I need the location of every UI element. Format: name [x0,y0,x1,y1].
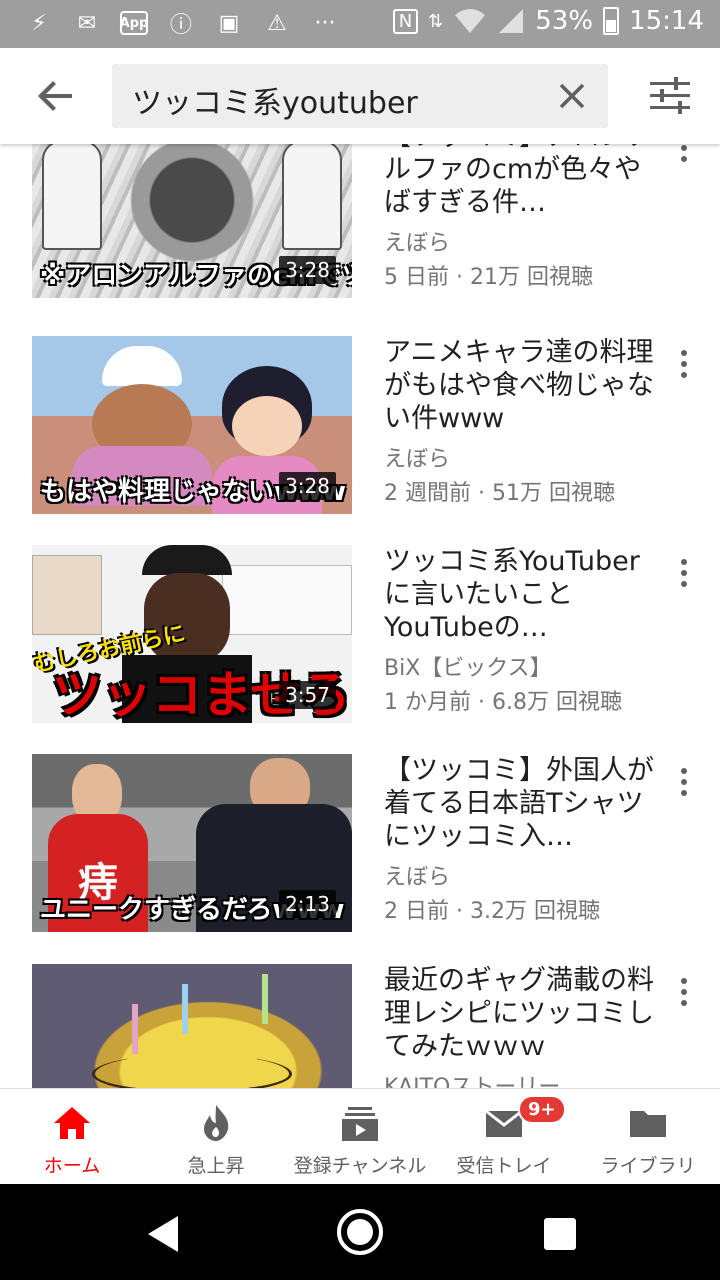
more-options-icon[interactable] [674,144,694,168]
video-item[interactable]: むしろお前らに ツッコませろ 3:57 ツッコミ系YouTuberに言いたいこと… [0,545,720,745]
system-status: N ⇅ 53% 15:14 [392,6,704,36]
video-duration: 3:28 [279,472,336,500]
wifi-icon [455,9,486,33]
back-arrow-icon[interactable] [32,72,80,120]
more-notifications-icon: ··· [314,10,336,36]
bottom-navigation: ホーム 急上昇 登録チャンネル 9+ 受信トレイ ライブラリ [0,1088,720,1184]
video-meta: 1 か月前 · 6.8万 回視聴 [384,690,622,715]
video-duration: 2:13 [279,890,336,918]
channel-name: えぼら [384,447,451,472]
video-duration: 3:57 [279,681,336,709]
app-icon: App [120,11,148,35]
system-home-icon[interactable] [337,1209,383,1255]
video-info: 【ツッコミ】外国人が着てる日本語Tシャツにツッコミ入… えぼら 2 日前 · 3… [384,754,654,925]
video-thumbnail[interactable]: むしろお前らに ツッコませろ 3:57 [32,545,352,723]
channel-name: KAITOストーリー [384,1075,561,1088]
video-title[interactable]: ツッコミ系YouTuberに言いたいこと YouTubeの… [384,545,654,644]
channel-name: BiX【ビックス】 [384,656,552,681]
video-title[interactable]: 【ツッコミ】外国人が着てる日本語Tシャツにツッコミ入… [384,754,654,853]
nfc-icon: N [392,8,419,34]
video-meta: 2 日前 · 3.2万 回視聴 [384,899,600,924]
video-meta: 5 日前 · 21万 回視聴 [384,265,593,290]
nav-inbox[interactable]: 9+ 受信トレイ [432,1089,576,1184]
nav-subscriptions[interactable]: 登録チャンネル [288,1089,432,1184]
filter-icon[interactable] [648,74,692,118]
image-icon: ▣ [218,10,240,36]
video-thumbnail[interactable]: ※アロンアルファのcmでツ 3:28 [32,144,352,298]
search-query[interactable]: ツッコミ系youtuber [132,78,418,122]
status-bar: ⚡ ✉ App ⓘ ▣ ⚠ ··· N ⇅ 53% 15:14 [0,0,720,48]
clear-icon[interactable] [554,78,590,114]
nav-label: 受信トレイ [456,1155,552,1177]
video-item[interactable]: 痔 ユニークすぎるだろwww 2:13 【ツッコミ】外国人が着てる日本語Tシャツ… [0,754,720,954]
video-info: アニメキャラ達の料理がもはや食べ物じゃない件www えぼら 2 週間前 · 51… [384,336,654,507]
nav-home[interactable]: ホーム [0,1089,144,1184]
usb-icon: ⚡ [31,10,47,36]
video-item[interactable]: 最近のギャグ満載の料理レシピにツッコミしてみたｗｗｗ KAITOストーリー [0,964,720,1088]
video-title[interactable]: 最近のギャグ満載の料理レシピにツッコミしてみたｗｗｗ [384,964,654,1063]
signal-icon [499,9,524,33]
home-icon [54,1107,90,1139]
clock: 15:14 [629,6,704,36]
flame-icon [204,1105,229,1141]
search-results: ※アロンアルファのcmでツ 3:28 【ツッコミ】アロンアルファのcmが色々やば… [0,144,720,1088]
video-thumbnail[interactable]: もはや料理じゃないwww 3:28 [32,336,352,514]
system-back-icon[interactable] [144,1214,184,1254]
video-title[interactable]: 【ツッコミ】アロンアルファのcmが色々やばすぎる件… [384,144,654,219]
video-info: ツッコミ系YouTuberに言いたいこと YouTubeの… BiX【ビックス】… [384,545,654,716]
video-info: 【ツッコミ】アロンアルファのcmが色々やばすぎる件… えぼら 5 日前 · 21… [384,144,654,291]
nav-label: 登録チャンネル [293,1155,427,1177]
info-icon: ⓘ [169,13,192,38]
system-recents-icon[interactable] [544,1218,576,1250]
search-header: ツッコミ系youtuber [0,48,720,144]
more-options-icon[interactable] [674,553,694,593]
nav-label: ライブラリ [600,1155,696,1177]
nav-label: 急上昇 [187,1155,245,1177]
warning-icon: ⚠ [267,10,287,36]
inbox-badge: 9+ [518,1095,566,1124]
folder-icon [630,1111,666,1137]
system-navigation-bar [0,1184,720,1280]
video-item[interactable]: もはや料理じゃないwww 3:28 アニメキャラ達の料理がもはや食べ物じゃない件… [0,336,720,536]
search-input[interactable]: ツッコミ系youtuber [112,64,608,128]
data-arrows-icon: ⇅ [428,10,444,32]
notification-icons: ⚡ ✉ App ⓘ ▣ ⚠ ··· [24,8,340,39]
battery-icon [603,7,620,35]
more-options-icon[interactable] [674,762,694,802]
more-options-icon[interactable] [674,972,694,1012]
more-options-icon[interactable] [674,344,694,384]
video-item[interactable]: ※アロンアルファのcmでツ 3:28 【ツッコミ】アロンアルファのcmが色々やば… [0,144,720,320]
battery-percent: 53% [535,6,594,36]
video-thumbnail[interactable] [32,964,352,1088]
video-info: 最近のギャグ満載の料理レシピにツッコミしてみたｗｗｗ KAITOストーリー [384,964,654,1088]
video-meta: 2 週間前 · 51万 回視聴 [384,481,615,506]
nav-library[interactable]: ライブラリ [576,1089,720,1184]
subscriptions-icon [342,1107,378,1141]
video-duration: 3:28 [279,256,336,284]
video-thumbnail[interactable]: 痔 ユニークすぎるだろwww 2:13 [32,754,352,932]
nav-trending[interactable]: 急上昇 [144,1089,288,1184]
channel-name: えぼら [384,865,451,890]
mail-blocked-icon: ✉ [77,10,97,36]
video-title[interactable]: アニメキャラ達の料理がもはや食べ物じゃない件www [384,336,654,435]
channel-name: えぼら [384,231,451,256]
nav-label: ホーム [43,1155,101,1177]
